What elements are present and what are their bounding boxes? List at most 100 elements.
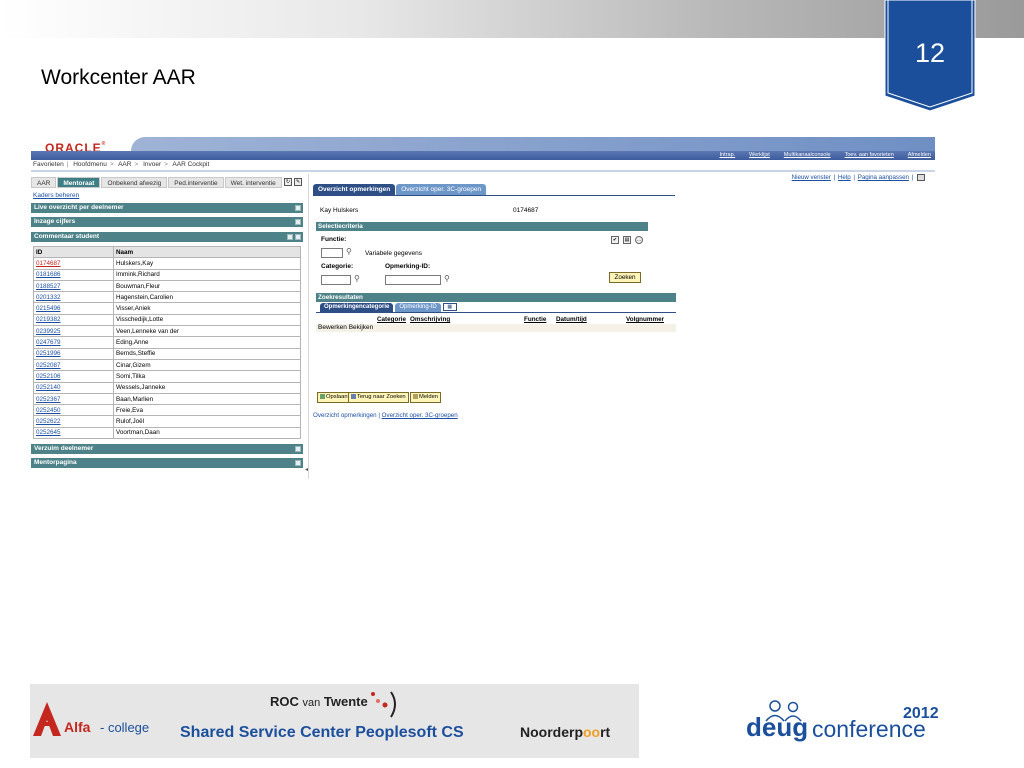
breadcrumb-aar-cockpit[interactable]: AAR Cockpit bbox=[172, 161, 209, 168]
functie-input[interactable] bbox=[321, 248, 343, 258]
student-name-cell: Rulof,Joël bbox=[113, 415, 301, 428]
categorie-input[interactable] bbox=[321, 275, 351, 285]
slide-title: Workcenter AAR bbox=[41, 66, 196, 89]
tab-overzicht-3c-groepen[interactable]: Overzicht oper. 3C-groepen bbox=[396, 184, 487, 195]
student-name-cell: Bernds,Steffie bbox=[113, 347, 301, 360]
terug-naar-zoeken-button[interactable]: Terug naar Zoeken bbox=[348, 392, 409, 403]
top-link-multikanaal[interactable]: Multikanaalconsole bbox=[784, 151, 831, 160]
help-link[interactable]: Help bbox=[838, 174, 851, 181]
table-row: 0247679 Eding,Anne bbox=[33, 336, 301, 349]
expand-icon[interactable] bbox=[295, 446, 301, 452]
top-link-intrap[interactable]: Intrap. bbox=[720, 151, 736, 160]
kaders-beheren-link[interactable]: Kaders beheren bbox=[33, 192, 79, 199]
page-links: Nieuw venster | Help | Pagina aanpassen … bbox=[791, 174, 925, 181]
student-id-link[interactable]: 0252367 bbox=[33, 392, 114, 406]
collapse-arrow-icon[interactable]: ◂ bbox=[305, 466, 308, 473]
edit-icon[interactable]: ✎ bbox=[294, 178, 302, 186]
section-label: Verzuim deelnemer bbox=[34, 445, 94, 452]
student-name-cell: Veen,Lenneke van der bbox=[113, 325, 301, 338]
opslaan-button[interactable]: Opslaan bbox=[317, 392, 351, 403]
breadcrumb-hoofdmenu[interactable]: Hoofdmenu bbox=[73, 161, 107, 168]
refresh-icon[interactable] bbox=[287, 234, 293, 240]
column-categorie[interactable]: Categorie bbox=[377, 316, 406, 323]
comment-icon[interactable]: … bbox=[635, 236, 643, 244]
tab-ped-interventie[interactable]: Ped.interventie bbox=[168, 177, 224, 188]
section-commentaar-student[interactable]: Commentaar student bbox=[31, 232, 303, 242]
student-id-link[interactable]: 0252087 bbox=[33, 358, 114, 372]
section-mentorpagina[interactable]: Mentorpagina bbox=[31, 458, 303, 468]
pagina-aanpassen-link[interactable]: Pagina aanpassen bbox=[858, 174, 909, 181]
table-row: 0219382 Visschedijk,Lotte bbox=[33, 313, 301, 327]
tab-opmerking-id[interactable]: Opmerking-ID bbox=[395, 303, 441, 312]
column-datum-tijd[interactable]: Datum/tijd bbox=[556, 316, 587, 323]
section-live-overzicht[interactable]: Live overzicht per deelnemer bbox=[31, 203, 303, 213]
section-inzage-cijfers[interactable]: Inzage cijfers bbox=[31, 217, 303, 227]
student-id-link[interactable]: 0201332 bbox=[33, 291, 114, 304]
student-id-link[interactable]: 0219382 bbox=[33, 313, 114, 327]
student-id-link[interactable]: 0215496 bbox=[33, 302, 114, 315]
search-icon[interactable]: ⚲ bbox=[444, 274, 450, 283]
breadcrumb-favorieten[interactable]: Favorieten bbox=[33, 161, 64, 168]
student-name-cell: Wessels,Janneke bbox=[113, 381, 301, 394]
roc-text: ROC bbox=[270, 694, 299, 709]
tab-opmerkingencategorie[interactable]: Opmerkingencategorie bbox=[320, 303, 394, 312]
melden-button[interactable]: Melden bbox=[410, 392, 442, 403]
tab-wet-interventie[interactable]: Wet. interventie bbox=[224, 177, 282, 188]
overzicht-3c-groepen-link[interactable]: Overzicht oper. 3C-groepen bbox=[382, 412, 458, 419]
student-id-link[interactable]: 0251996 bbox=[33, 347, 114, 360]
student-name-cell: Bouwman,Fleur bbox=[113, 279, 301, 293]
selectiecriteria-header: Selectiecriteria bbox=[316, 222, 648, 231]
tab-aar[interactable]: AAR bbox=[31, 177, 57, 188]
student-id-link[interactable]: 0188527 bbox=[33, 279, 114, 293]
print-icon[interactable] bbox=[917, 174, 925, 181]
section-verzuim-deelnemer[interactable]: Verzuim deelnemer bbox=[31, 444, 303, 454]
column-volgnummer[interactable]: Volgnummer bbox=[626, 316, 664, 323]
student-id-link[interactable]: 0252450 bbox=[33, 404, 114, 417]
save-search-icon[interactable]: ✔ bbox=[611, 236, 619, 244]
noorder-rt-text: rt bbox=[600, 724, 611, 740]
tab-onbekend-afwezig[interactable]: Onbekend afwezig bbox=[101, 177, 168, 188]
grid-icon[interactable]: ▦ bbox=[442, 303, 457, 311]
table-row: 0181686 Immink,Richard bbox=[33, 268, 301, 281]
student-id-link[interactable]: 0174687 bbox=[33, 257, 114, 270]
top-link-werklijst[interactable]: Werklijst bbox=[749, 151, 770, 160]
notify-icon bbox=[413, 393, 418, 399]
student-id-link[interactable]: 0239925 bbox=[33, 325, 114, 338]
tab-mentoraat[interactable]: Mentoraat bbox=[57, 177, 101, 188]
result-subtabs: Opmerkingencategorie Opmerking-ID ▦ bbox=[320, 303, 457, 312]
student-name-cell: Cinar,Gizem bbox=[113, 358, 301, 372]
table-row: 0252140 Wessels,Janneke bbox=[33, 381, 301, 394]
student-id-link[interactable]: 0252140 bbox=[33, 381, 114, 394]
student-id-link[interactable]: 0252106 bbox=[33, 370, 114, 383]
student-id-link[interactable]: 0247679 bbox=[33, 336, 114, 349]
column-functie[interactable]: Functie bbox=[524, 316, 546, 323]
search-icon[interactable]: ⚲ bbox=[354, 274, 360, 283]
refresh-icon[interactable]: ↻ bbox=[284, 178, 292, 186]
search-icon[interactable]: ⚲ bbox=[346, 247, 352, 256]
collapse-icon[interactable] bbox=[295, 234, 301, 240]
student-id-link[interactable]: 0181686 bbox=[33, 268, 114, 281]
clear-icon[interactable]: ▤ bbox=[623, 236, 631, 244]
tab-overzicht-opmerkingen[interactable]: Overzicht opmerkingen bbox=[313, 184, 396, 195]
opmerking-id-input[interactable] bbox=[385, 275, 441, 285]
expand-icon[interactable] bbox=[295, 219, 301, 225]
expand-icon[interactable] bbox=[295, 205, 301, 211]
expand-icon[interactable] bbox=[295, 460, 301, 466]
button-label: Terug naar Zoeken bbox=[357, 394, 406, 400]
noorderpoort-logo: Noorderpoort bbox=[520, 724, 610, 740]
noorder-text: Noorderp bbox=[520, 724, 583, 740]
bewerken-bekijken-label[interactable]: Bewerken Bekijken bbox=[318, 324, 373, 331]
student-name: Kay Hulskers bbox=[320, 207, 359, 214]
student-id-link[interactable]: 0252645 bbox=[33, 426, 114, 440]
student-id-link[interactable]: 0252622 bbox=[33, 415, 114, 428]
student-name-cell: Eding,Anne bbox=[113, 336, 301, 349]
roc-twente-text: Twente bbox=[323, 694, 368, 709]
top-link-afmelden[interactable]: Afmelden bbox=[908, 151, 931, 160]
nieuw-venster-link[interactable]: Nieuw venster bbox=[792, 174, 831, 181]
column-omschrijving[interactable]: Omschrijving bbox=[410, 316, 450, 323]
breadcrumb-invoer[interactable]: Invoer bbox=[143, 161, 161, 168]
top-link-favorieten[interactable]: Toev. aan favorieten bbox=[845, 151, 894, 160]
table-row: 0252087 Cinar,Gizem bbox=[33, 358, 301, 372]
zoeken-button[interactable]: Zoeken bbox=[609, 272, 641, 283]
breadcrumb-aar[interactable]: AAR bbox=[118, 161, 131, 168]
